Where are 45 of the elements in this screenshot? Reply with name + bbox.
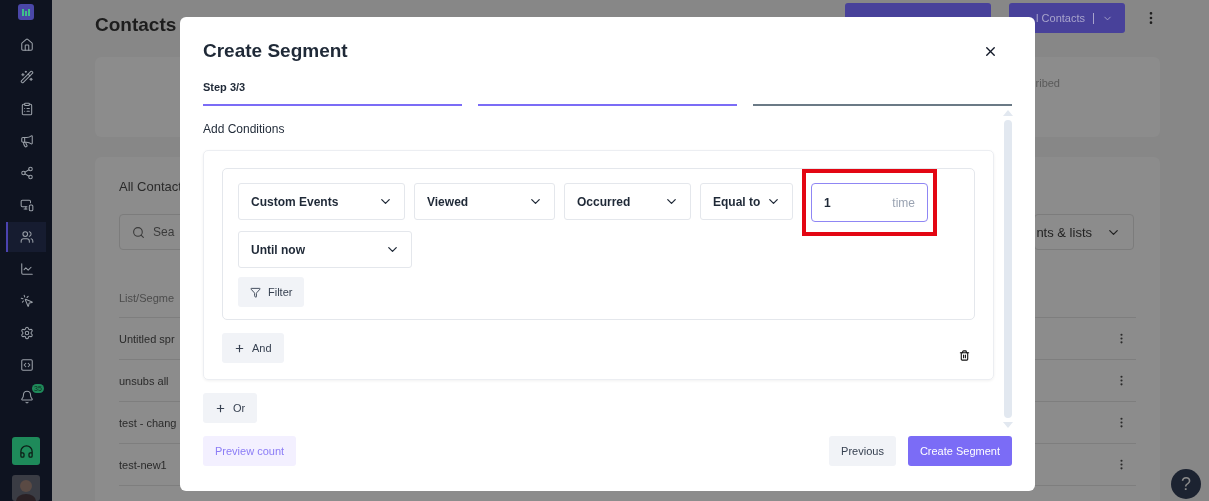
condition-select[interactable]: Custom Events — [238, 183, 405, 220]
devices-icon — [20, 198, 34, 212]
code-icon — [20, 358, 34, 372]
clipboard-icon — [20, 102, 34, 116]
condition-select[interactable]: Until now — [238, 231, 412, 268]
page-title: Contacts — [95, 14, 177, 36]
previous-button[interactable]: Previous — [829, 436, 896, 466]
condition-select[interactable]: Viewed — [414, 183, 555, 220]
settings-icon — [20, 326, 34, 340]
delete-icon[interactable] — [959, 349, 970, 361]
pointer-click-icon — [20, 294, 34, 308]
share-icon — [20, 166, 34, 180]
scrollbar-thumb[interactable] — [1004, 120, 1012, 418]
table-cell: test - chang — [119, 416, 177, 429]
table-cell: test-new1 — [119, 458, 167, 471]
create-segment-button[interactable]: Create Segment — [907, 436, 1012, 466]
table-cell: Untitled spr — [119, 332, 175, 345]
count-input[interactable]: 1 time — [811, 183, 928, 222]
home-icon — [20, 38, 34, 52]
app-logo[interactable] — [18, 4, 34, 20]
and-button[interactable]: And — [222, 333, 284, 363]
plus-icon — [234, 342, 245, 354]
step-label: Step 3/3 — [203, 81, 246, 93]
line-chart-icon — [20, 262, 34, 276]
condition-select[interactable]: Equal to — [700, 183, 793, 220]
megaphone-icon — [20, 134, 34, 148]
search-icon — [132, 225, 145, 239]
magic-wand-icon — [20, 70, 34, 84]
sidebar-item[interactable] — [6, 222, 46, 252]
or-button[interactable]: Or — [203, 393, 258, 423]
column-header: List/Segme — [119, 291, 175, 304]
users-icon — [20, 230, 34, 244]
headphones-icon — [18, 443, 34, 459]
table-cell: unsubs all — [119, 374, 169, 387]
filter-button[interactable]: Filter — [238, 277, 305, 307]
condition-select[interactable]: Occurred — [564, 183, 691, 220]
support-button[interactable] — [12, 437, 40, 465]
section-title: Add Conditions — [203, 122, 285, 136]
filter-icon — [250, 286, 261, 298]
plus-icon — [215, 402, 226, 414]
unit-label: time — [892, 195, 915, 210]
card-title: All Contact — [119, 179, 183, 194]
dialog-title: Create Segment — [203, 40, 348, 62]
help-button[interactable]: ? — [1171, 469, 1201, 499]
bell-icon — [20, 390, 34, 404]
